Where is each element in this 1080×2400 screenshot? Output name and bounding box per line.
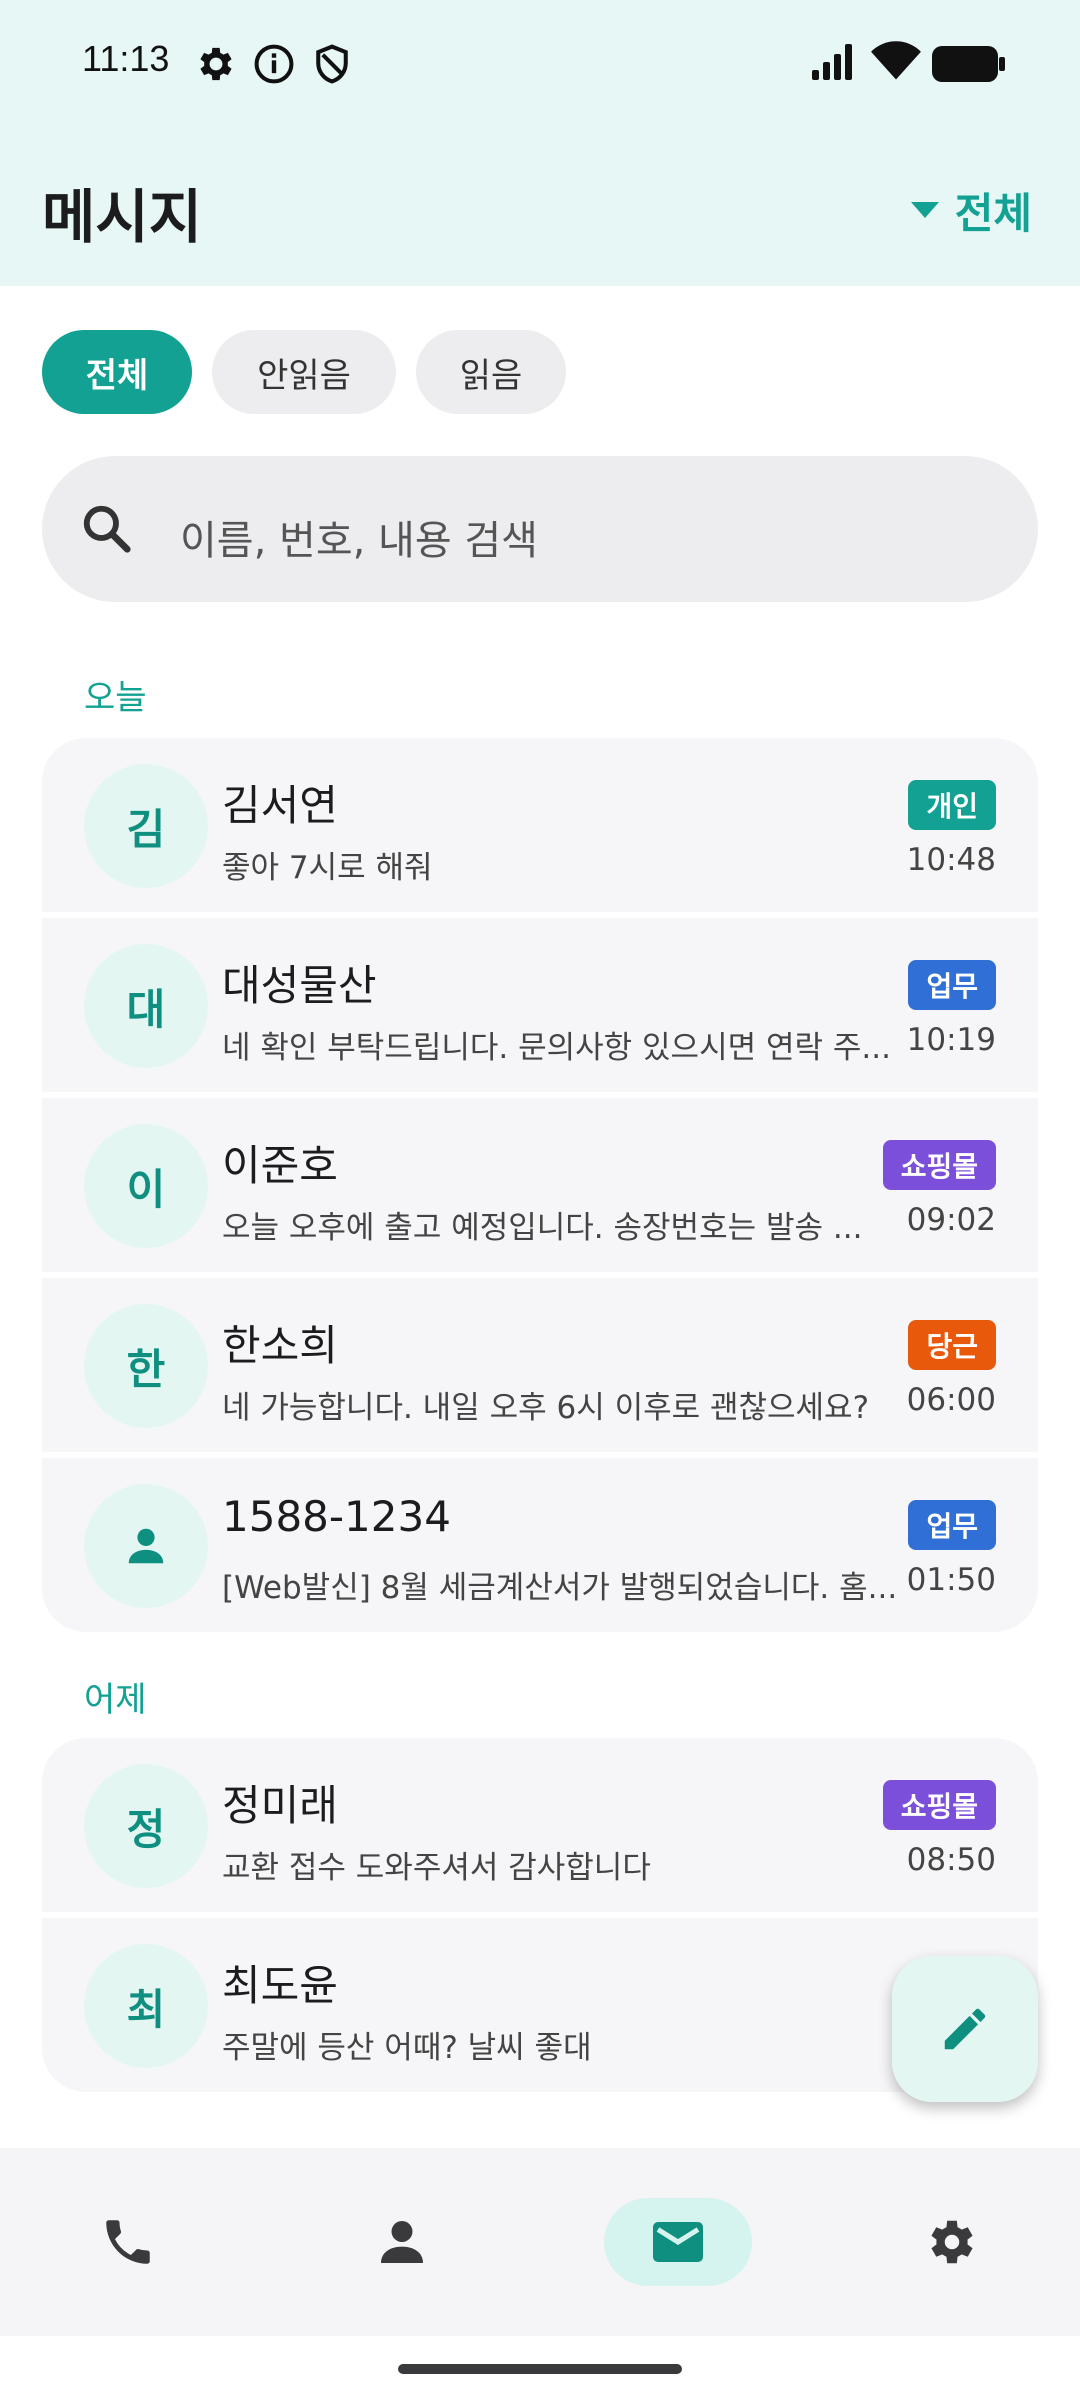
avatar bbox=[84, 1484, 208, 1608]
contact-name: 한소희 bbox=[222, 1321, 338, 1370]
conversation-row[interactable]: 1588-1234 [Web발신] 8월 세금계산서가 발행되었습니다. 홈..… bbox=[42, 1458, 1038, 1632]
conversation-row[interactable]: 한 한소희 네 가능합니다. 내일 오후 6시 이후로 괜찮으세요? 당근 06… bbox=[42, 1278, 1038, 1452]
message-preview: 네 가능합니다. 내일 오후 6시 이후로 괜찮으세요? bbox=[222, 1390, 870, 1426]
shield-icon bbox=[316, 44, 348, 84]
status-time: 11:13 bbox=[82, 38, 170, 79]
avatar: 한 bbox=[84, 1304, 208, 1428]
message-time: 09:02 bbox=[906, 1202, 996, 1238]
search-icon bbox=[83, 505, 131, 553]
nav-contacts[interactable] bbox=[328, 2198, 476, 2286]
conversation-row[interactable]: 정 정미래 교환 접수 도와주셔서 감사합니다 쇼핑몰 08:50 bbox=[42, 1738, 1038, 1912]
contact-name: 1588-1234 bbox=[222, 1492, 451, 1541]
message-preview: 좋아 7시로 해줘 bbox=[222, 850, 433, 886]
category-badge: 업무 bbox=[908, 960, 996, 1010]
chip-label: 읽음 bbox=[459, 355, 523, 396]
nav-messages[interactable] bbox=[604, 2198, 752, 2286]
section-label-today: 오늘 bbox=[84, 678, 147, 718]
category-badge: 쇼핑몰 bbox=[882, 1140, 996, 1190]
conversation-row[interactable]: 대 대성물산 네 확인 부탁드립니다. 문의사항 있으시면 연락 주... 업무… bbox=[42, 918, 1038, 1092]
conversation-group-today: 김 김서연 좋아 7시로 해줘 개인 10:48 대 대성물산 네 확인 부탁드… bbox=[42, 738, 1038, 1632]
category-badge: 쇼핑몰 bbox=[882, 1780, 996, 1830]
nav-settings[interactable] bbox=[878, 2198, 1026, 2286]
avatar: 대 bbox=[84, 944, 208, 1068]
conversation-row[interactable]: 이 이준호 오늘 오후에 출고 예정입니다. 송장번호는 발송 ... 쇼핑몰 … bbox=[42, 1098, 1038, 1272]
search-placeholder: 이름, 번호, 내용 검색 bbox=[180, 518, 538, 564]
chip-label: 전체 bbox=[85, 355, 149, 396]
bottom-navigation bbox=[0, 2148, 1080, 2336]
conversation-row[interactable]: 김 김서연 좋아 7시로 해줘 개인 10:48 bbox=[42, 738, 1038, 912]
signal-icon bbox=[812, 44, 852, 80]
gear-icon bbox=[931, 2220, 973, 2264]
message-preview: 주말에 등산 어때? 날씨 좋대 bbox=[222, 2030, 592, 2066]
category-filter-dropdown[interactable]: 전체 bbox=[910, 180, 1032, 241]
message-time: 10:48 bbox=[906, 842, 996, 878]
contact-name: 정미래 bbox=[222, 1781, 338, 1830]
message-preview: 오늘 오후에 출고 예정입니다. 송장번호는 발송 ... bbox=[222, 1210, 863, 1246]
message-preview: 교환 접수 도와주셔서 감사합니다 bbox=[222, 1850, 651, 1886]
gear-icon bbox=[200, 47, 232, 81]
message-time: 01:50 bbox=[906, 1562, 996, 1598]
category-badge: 당근 bbox=[908, 1320, 996, 1370]
category-badge: 업무 bbox=[908, 1500, 996, 1550]
message-time: 06:00 bbox=[906, 1382, 996, 1418]
contact-name: 이준호 bbox=[222, 1141, 338, 1190]
message-preview: [Web발신] 8월 세금계산서가 발행되었습니다. 홈... bbox=[222, 1570, 898, 1606]
conversation-group-yesterday: 정 정미래 교환 접수 도와주셔서 감사합니다 쇼핑몰 08:50 최 최도윤 … bbox=[42, 1738, 1038, 2092]
search-bar[interactable]: 이름, 번호, 내용 검색 bbox=[42, 456, 1038, 602]
wifi-icon bbox=[871, 41, 921, 80]
app-header: 11:13 메시지 전체 bbox=[0, 0, 1080, 286]
avatar: 김 bbox=[84, 764, 208, 888]
contact-name: 김서연 bbox=[222, 781, 338, 830]
compose-button[interactable] bbox=[892, 1956, 1038, 2102]
page-title: 메시지 bbox=[42, 183, 203, 251]
avatar: 최 bbox=[84, 1944, 208, 2068]
nav-phone[interactable] bbox=[54, 2198, 202, 2286]
person-icon bbox=[381, 2221, 423, 2263]
category-filter-label: 전체 bbox=[954, 189, 1032, 238]
triangle-down-icon bbox=[910, 201, 939, 218]
conversation-row[interactable]: 최 최도윤 주말에 등산 어때? 날씨 좋대 bbox=[42, 1918, 1038, 2092]
message-preview: 네 확인 부탁드립니다. 문의사항 있으시면 연락 주... bbox=[222, 1030, 891, 1066]
category-badge: 개인 bbox=[908, 780, 996, 830]
contact-name: 대성물산 bbox=[222, 961, 377, 1010]
filter-chip-read[interactable]: 읽음 bbox=[416, 330, 566, 414]
avatar: 이 bbox=[84, 1124, 208, 1248]
mail-icon bbox=[653, 2222, 703, 2262]
filter-chip-unread[interactable]: 안읽음 bbox=[212, 330, 396, 414]
message-time: 08:50 bbox=[906, 1842, 996, 1878]
info-icon bbox=[254, 44, 294, 84]
pencil-icon bbox=[944, 2008, 986, 2050]
phone-icon bbox=[106, 2220, 150, 2264]
home-indicator[interactable] bbox=[398, 2364, 682, 2374]
chip-label: 안읽음 bbox=[257, 355, 351, 396]
battery-icon bbox=[932, 46, 1005, 82]
filter-chip-all[interactable]: 전체 bbox=[42, 330, 192, 414]
avatar: 정 bbox=[84, 1764, 208, 1888]
contact-name: 최도윤 bbox=[222, 1961, 338, 2010]
message-time: 10:19 bbox=[906, 1022, 996, 1058]
section-label-yesterday: 어제 bbox=[84, 1680, 147, 1720]
person-icon bbox=[128, 1528, 164, 1564]
